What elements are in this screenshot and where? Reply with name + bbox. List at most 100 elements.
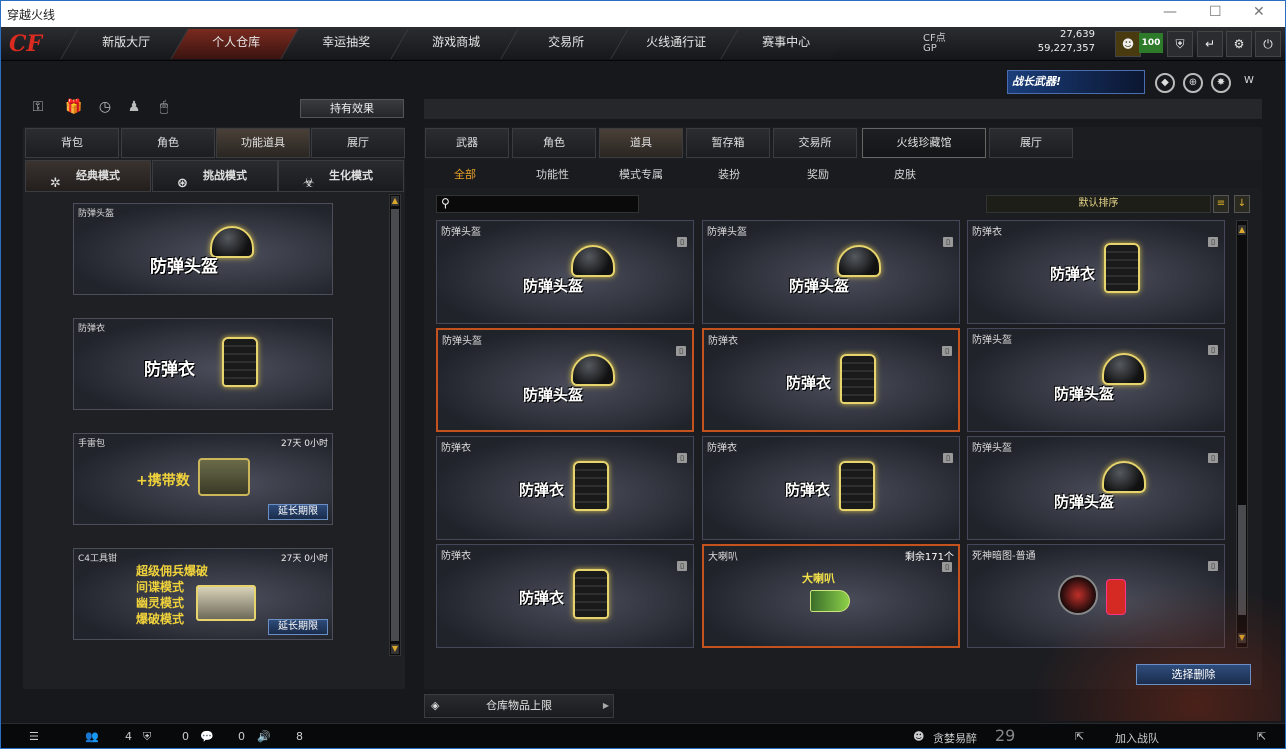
nav-tab-lottery[interactable]: 幸运抽奖 <box>280 29 410 59</box>
item-card[interactable]: 防弹头盔 ▯ 防弹头盔 <box>967 328 1225 432</box>
mouse-icon[interactable]: 🖱 <box>153 99 175 119</box>
title-bar: 穿越火线 — ☐ ✕ <box>1 1 1285 27</box>
player-rank-icon: ☻ <box>913 730 925 743</box>
subtab-functional[interactable]: 功能性 <box>536 166 569 182</box>
cf-points-label: CF点 <box>923 33 946 44</box>
nav-tab-shop[interactable]: 游戏商城 <box>390 29 520 59</box>
hold-effect-button[interactable]: 持有效果 <box>300 99 404 118</box>
left-scrollbar[interactable]: ▲ ▼ <box>389 194 401 656</box>
list-view-icon[interactable]: ≡ <box>1213 195 1229 213</box>
nav-tab-pass[interactable]: 火线通行证 <box>610 29 740 59</box>
tab-storage[interactable]: 暂存箱 <box>686 128 770 158</box>
nav-tab-lobby[interactable]: 新版大厅 <box>60 29 190 59</box>
item-card[interactable]: 防弹衣 ▯ 防弹衣 <box>702 328 960 432</box>
w-logo-icon[interactable]: W <box>1239 73 1259 93</box>
clock-icon[interactable]: ◷ <box>94 99 116 119</box>
warehouse-limit-button[interactable]: ◈ 仓库物品上限 ▶ <box>424 694 614 718</box>
scroll-up-icon[interactable]: ▲ <box>1238 225 1246 235</box>
left-item-card[interactable]: 防弹衣 防弹衣 <box>73 318 333 410</box>
subtab-all[interactable]: 全部 <box>454 166 476 182</box>
left-item-card[interactable]: C4工具钳 27天 0小时 超级佣兵爆破 间谍模式 幽灵模式 爆破模式 延长期限 <box>73 548 333 640</box>
nav-tab-warehouse[interactable]: 个人仓库 <box>170 29 300 59</box>
maximize-icon[interactable]: ☐ <box>1209 4 1222 20</box>
lock-icon[interactable]: ▯ <box>942 346 952 356</box>
mode-zombie[interactable]: ☣ 生化模式 <box>278 160 404 192</box>
lock-icon[interactable]: ▯ <box>943 237 953 247</box>
sort-direction-icon[interactable]: ↓ <box>1234 195 1250 213</box>
back-icon[interactable]: ↵ <box>1197 31 1223 57</box>
mode-classic[interactable]: ✲ 经典模式 <box>25 160 151 192</box>
key-icon[interactable]: ⚿ <box>27 99 49 119</box>
subtab-decor[interactable]: 装扮 <box>718 166 740 182</box>
shield-status-icon[interactable]: ⛨ <box>143 730 151 744</box>
weapon-banner[interactable]: 战长武器! <box>1007 70 1145 94</box>
tab-showroom[interactable]: 展厅 <box>311 128 405 158</box>
classic-mode-icon: ✲ <box>50 176 61 191</box>
scroll-up-icon[interactable]: ▲ <box>391 196 399 206</box>
lock-icon[interactable]: ▯ <box>677 453 687 463</box>
join-clan-label[interactable]: 加入战队 <box>1115 730 1159 746</box>
rank-badge-icon[interactable]: ☻ <box>1115 31 1141 57</box>
item-card[interactable]: 防弹头盔 ▯ 防弹头盔 <box>702 220 960 324</box>
subtab-skin[interactable]: 皮肤 <box>894 166 916 182</box>
left-item-card[interactable]: 防弹头盔 防弹头盔 <box>73 203 333 295</box>
badge-icon[interactable]: ◆ <box>1155 73 1175 93</box>
volume-icon[interactable]: 🔊 <box>257 730 271 743</box>
helmet-icon <box>571 354 615 386</box>
power-icon[interactable]: ⏻ <box>1255 31 1281 57</box>
item-card[interactable]: 防弹衣 ▯ 防弹衣 <box>702 436 960 540</box>
gift-icon[interactable]: 🎁 <box>63 99 85 119</box>
lock-icon[interactable]: ▯ <box>942 562 952 572</box>
nav-tab-events[interactable]: 赛事中心 <box>720 29 850 59</box>
blast-icon[interactable]: ✸ <box>1211 73 1231 93</box>
minimize-icon[interactable]: — <box>1163 4 1177 20</box>
target-icon[interactable]: ⊕ <box>1183 73 1203 93</box>
cf-logo: CF <box>9 31 43 57</box>
gear-icon[interactable]: ⚙ <box>1226 31 1252 57</box>
subtab-reward[interactable]: 奖励 <box>807 166 829 182</box>
challenge-mode-icon: ⊛ <box>177 176 188 191</box>
scroll-thumb[interactable] <box>391 209 399 641</box>
close-icon[interactable]: ✕ <box>1253 4 1265 20</box>
item-card[interactable]: 大喇叭 剩余171个 ▯ 大喇叭 <box>702 544 960 648</box>
lock-icon[interactable]: ▯ <box>677 561 687 571</box>
item-card[interactable]: 防弹衣 ▯ 防弹衣 <box>967 220 1225 324</box>
subtab-mode[interactable]: 模式专属 <box>619 166 663 182</box>
tab-weapons[interactable]: 武器 <box>425 128 509 158</box>
sort-dropdown[interactable]: 默认排序 <box>986 195 1211 213</box>
item-card[interactable]: 防弹头盔 ▯ 防弹头盔 <box>967 436 1225 540</box>
scroll-down-icon[interactable]: ▼ <box>391 644 399 654</box>
lock-icon[interactable]: ▯ <box>1208 345 1218 355</box>
item-card[interactable]: 防弹头盔 ▯ 防弹头盔 <box>436 328 694 432</box>
shield-icon[interactable]: ⛨ <box>1167 31 1193 57</box>
mode-challenge[interactable]: ⊛ 挑战模式 <box>152 160 278 192</box>
extend-button[interactable]: 延长期限 <box>268 504 328 520</box>
item-card[interactable]: 防弹衣 ▯ 防弹衣 <box>436 544 694 648</box>
lock-icon[interactable]: ▯ <box>677 237 687 247</box>
menu-icon[interactable]: ☰ <box>29 730 39 743</box>
friends-icon[interactable]: 👥 <box>85 730 99 743</box>
left-item-card[interactable]: 手雷包 27天 0小时 +携带数 延长期限 <box>73 433 333 525</box>
lock-icon[interactable]: ▯ <box>1208 237 1218 247</box>
tab-roles[interactable]: 角色 <box>512 128 596 158</box>
nav-tab-exchange[interactable]: 交易所 <box>500 29 630 59</box>
item-card[interactable]: 防弹头盔 ▯ 防弹头盔 <box>436 220 694 324</box>
person-icon[interactable]: ♟ <box>123 99 145 119</box>
chat-icon[interactable]: 💬 <box>200 730 214 743</box>
item-card[interactable]: 防弹衣 ▯ 防弹衣 <box>436 436 694 540</box>
tab-exhibit[interactable]: 展厅 <box>989 128 1073 158</box>
lock-icon[interactable]: ▯ <box>943 453 953 463</box>
lock-icon[interactable]: ▯ <box>1208 453 1218 463</box>
search-input[interactable]: ⚲ <box>436 195 639 213</box>
tab-function-items[interactable]: 功能道具 <box>216 128 310 158</box>
tab-collection[interactable]: 火线珍藏馆 <box>862 128 986 158</box>
delete-selected-button[interactable]: 选择删除 <box>1136 664 1251 685</box>
extend-button[interactable]: 延长期限 <box>268 619 328 635</box>
tab-backpack[interactable]: 背包 <box>25 128 119 158</box>
expand-icon[interactable]: ⇱ <box>1075 730 1084 743</box>
tab-exchange[interactable]: 交易所 <box>773 128 857 158</box>
tab-items[interactable]: 道具 <box>599 128 683 158</box>
tab-role[interactable]: 角色 <box>121 128 215 158</box>
lock-icon[interactable]: ▯ <box>676 346 686 356</box>
expand-right-icon[interactable]: ⇱ <box>1257 730 1266 743</box>
